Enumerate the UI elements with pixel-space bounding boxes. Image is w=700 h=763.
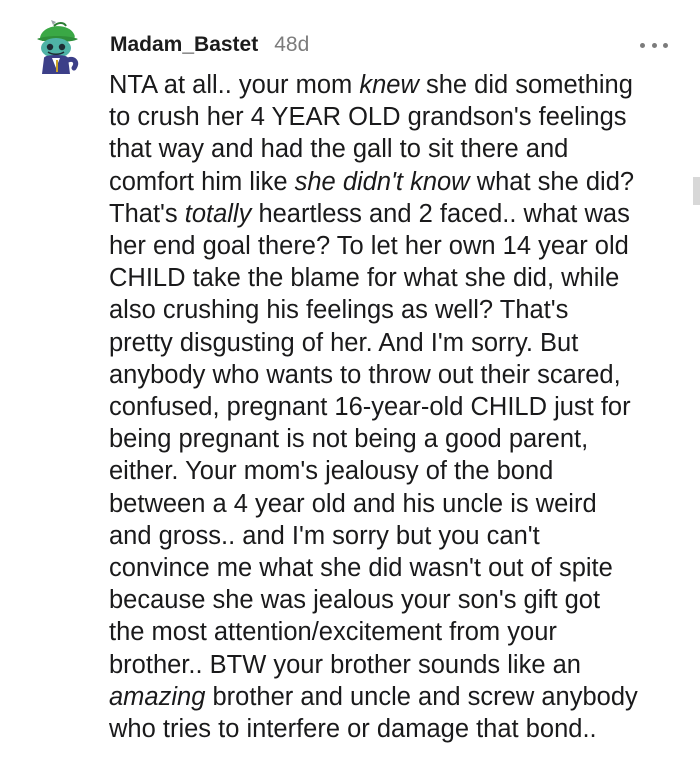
snoo-avatar-icon[interactable] xyxy=(34,16,90,76)
comment-line: either. Your mom's jealousy of the bond xyxy=(109,455,689,487)
comment-line: between a 4 year old and his uncle is we… xyxy=(109,488,689,520)
comment-line: being pregnant is not being a good paren… xyxy=(109,423,689,455)
comment-text: the most attention/excitement from your xyxy=(109,618,557,647)
comment-text: confused, pregnant 16-year-old CHILD jus… xyxy=(109,393,631,422)
comment-text: comfort him like xyxy=(109,167,295,196)
comment-line: NTA at all.. your mom knew she did somet… xyxy=(109,69,689,101)
comment-text: either. Your mom's jealousy of the bond xyxy=(109,457,554,486)
comment-text: anybody who wants to throw out their sca… xyxy=(109,360,621,389)
dot xyxy=(651,42,657,48)
emphasis-text: totally xyxy=(184,199,252,228)
emphasis-text: amazing xyxy=(109,682,206,711)
comment-text: who tries to interfere or damage that bo… xyxy=(109,715,597,744)
comment-line: also crushing his feelings as well? That… xyxy=(109,294,689,326)
scrollbar-thumb[interactable] xyxy=(693,177,700,205)
comment-line: confused, pregnant 16-year-old CHILD jus… xyxy=(109,391,689,423)
comment-text: heartless and 2 faced.. what was xyxy=(251,199,630,228)
comment-line: to crush her 4 YEAR OLD grandson's feeli… xyxy=(109,101,689,133)
comment-line: because she was jealous your son's gift … xyxy=(109,584,689,616)
emphasis-text: she didn't know xyxy=(294,167,470,196)
comment-line: amazing brother and uncle and screw anyb… xyxy=(109,681,689,713)
username-link[interactable]: Madam_Bastet xyxy=(110,33,258,57)
comment-text: brother.. BTW your brother sounds like a… xyxy=(109,650,581,679)
comment-text: because she was jealous your son's gift … xyxy=(109,586,601,615)
comment-line: the most attention/excitement from your xyxy=(109,616,689,648)
comment-line: comfort him like she didn't know what sh… xyxy=(109,166,689,198)
comment-line: CHILD take the blame for what she did, w… xyxy=(109,262,689,294)
comment-header: Madam_Bastet 48d xyxy=(110,33,309,57)
comment-text: CHILD take the blame for what she did, w… xyxy=(109,264,620,293)
comment-text: NTA at all.. your mom xyxy=(109,71,360,99)
comment-text: she did something xyxy=(418,71,633,99)
comment-text: That's xyxy=(109,199,185,228)
more-options-icon[interactable] xyxy=(640,36,668,54)
comment-line: brother.. BTW your brother sounds like a… xyxy=(109,649,689,681)
comment-line: anybody who wants to throw out their sca… xyxy=(109,359,689,391)
emphasis-text: knew xyxy=(359,71,419,99)
dot xyxy=(640,42,645,48)
comment-body: NTA at all.. your mom knew she did somet… xyxy=(109,69,689,745)
comment-text: convince me what she did wasn't out of s… xyxy=(109,554,613,583)
comment-line: That's totally heartless and 2 faced.. w… xyxy=(109,198,689,230)
comment-text: being pregnant is not being a good paren… xyxy=(109,425,589,454)
comment-line: convince me what she did wasn't out of s… xyxy=(109,552,689,584)
comment-age: 48d xyxy=(274,33,310,56)
comment-text: brother and uncle and screw anybody xyxy=(205,682,638,711)
comment-text: between a 4 year old and his uncle is we… xyxy=(109,489,597,518)
dot xyxy=(663,42,668,48)
comment-text: to crush her 4 YEAR OLD grandson's feeli… xyxy=(109,103,627,132)
avatar-image xyxy=(37,20,79,74)
comment-text: that way and had the gall to sit there a… xyxy=(109,135,569,164)
comment-text: her end goal there? To let her own 14 ye… xyxy=(109,232,629,261)
comment-text: what she did? xyxy=(469,167,635,196)
comment-line: who tries to interfere or damage that bo… xyxy=(109,713,689,745)
comment-text: pretty disgusting of her. And I'm sorry.… xyxy=(109,328,579,357)
comment-text: and gross.. and I'm sorry but you can't xyxy=(109,521,540,550)
comment-line: and gross.. and I'm sorry but you can't xyxy=(109,520,689,552)
comment-line: pretty disgusting of her. And I'm sorry.… xyxy=(109,327,689,359)
comment-line: her end goal there? To let her own 14 ye… xyxy=(109,230,689,262)
comment-line: that way and had the gall to sit there a… xyxy=(109,133,689,165)
comment-text: also crushing his feelings as well? That… xyxy=(109,296,569,325)
